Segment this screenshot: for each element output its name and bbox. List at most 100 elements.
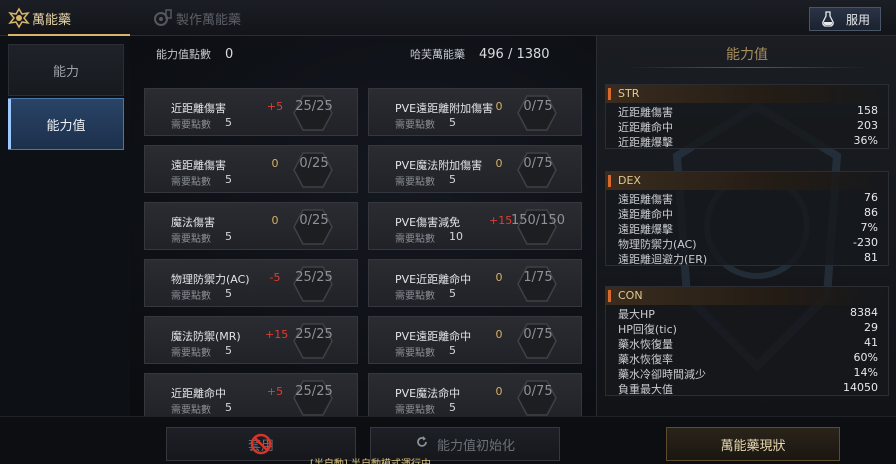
stat-card-progress: 1/75 (523, 270, 553, 285)
stat-row: 藥水冷卻時間減少 14% (606, 365, 888, 381)
stat-row: 遠距離迴避力(ER) 81 (606, 250, 888, 266)
stat-card[interactable]: PVE遠距離附加傷害 需要點數 5 0 0/75 (368, 88, 582, 136)
stat-row-value: 29 (864, 321, 878, 334)
stat-card-req-value: 5 (225, 401, 232, 414)
side-nav: 能力 能力值 (0, 36, 130, 428)
stat-row-value: 203 (857, 119, 878, 132)
use-button-label: 服用 (845, 12, 870, 27)
stat-row: 藥水恢復率 60% (606, 350, 888, 366)
stat-card[interactable]: PVE魔法命中 需要點數 5 0 0/75 (368, 373, 582, 416)
stat-card-progress: 0/25 (299, 156, 329, 171)
stat-card-req-value: 5 (449, 287, 456, 300)
stat-card-req-value: 5 (225, 116, 232, 129)
stat-card-req-value: 10 (449, 230, 463, 243)
stat-card-progress: 0/75 (523, 384, 553, 399)
stat-card-req-value: 5 (225, 344, 232, 357)
stat-row-value: 8384 (850, 306, 878, 319)
stat-section-header: DEX (606, 172, 888, 190)
stat-row: 藥水恢復量 41 (606, 335, 888, 351)
stats-summary-title: 能力值 (726, 47, 768, 63)
stat-card-req-value: 5 (449, 401, 456, 414)
stat-card-req-label: 需要點數 (395, 120, 435, 131)
apply-button-wrap: 套用 (248, 433, 274, 455)
stat-card-req-label: 需要點數 (171, 120, 211, 131)
stat-points: 能力值點數 0 (156, 46, 233, 62)
stat-card-req-label: 需要點數 (171, 291, 211, 302)
stat-row: 最大HP 8384 (606, 305, 888, 321)
stat-card-progress: 0/25 (299, 213, 329, 228)
stat-card-progress: 0/75 (523, 327, 553, 342)
sidebar-item-stats[interactable]: 能力值 (8, 98, 124, 150)
stat-card-req-value: 5 (225, 230, 232, 243)
use-button[interactable]: 服用 (809, 7, 881, 31)
stat-card-req-label: 需要點數 (395, 177, 435, 188)
stat-card-name: PVE魔法命中 (395, 387, 461, 400)
stat-card[interactable]: 物理防禦力(AC) 需要點數 5 -5 25/25 (144, 259, 358, 307)
stat-card-req-label: 需要點數 (395, 348, 435, 359)
stat-card-req-label: 需要點數 (395, 291, 435, 302)
stat-row: 遠距離命中 86 (606, 205, 888, 221)
stat-row-value: 7% (860, 221, 878, 234)
stat-card-req-value: 5 (225, 287, 232, 300)
stat-card[interactable]: 近距離傷害 需要點數 5 +5 25/25 (144, 88, 358, 136)
elixir-status-button[interactable]: 萬能藥現狀 (666, 427, 840, 461)
stat-card[interactable]: PVE傷害減免 需要點數 10 +15 150/150 (368, 202, 582, 250)
stat-row-value: 76 (864, 191, 878, 204)
stat-card-progress: 150/150 (510, 213, 565, 228)
potion-icon (820, 11, 836, 30)
stat-row-value: 41 (864, 336, 878, 349)
stat-card-req-label: 需要點數 (395, 234, 435, 245)
stat-card-name: PVE傷害減免 (395, 216, 461, 229)
gear-flask-icon (152, 7, 174, 29)
elixir-emblem-icon (8, 7, 30, 29)
elixir-count: 哈芙萬能藥 496 / 1380 (410, 46, 550, 62)
stat-row-label: 負重最大值 (618, 383, 673, 396)
stat-card-req-value: 5 (225, 173, 232, 186)
stat-card[interactable]: PVE近距離命中 需要點數 5 0 1/75 (368, 259, 582, 307)
stat-row: HP回復(tic) 29 (606, 320, 888, 336)
stat-card-name: 遠距離傷害 (171, 159, 226, 172)
disabled-icon (250, 433, 272, 455)
bottom-action-bar: 套用 能力值初始化 萬能藥現狀 (0, 416, 896, 464)
stat-card-progress: 0/75 (523, 156, 553, 171)
stat-section-dex: DEX 遠距離傷害 76 遠距離命中 86 遠距離爆擊 7% 物理防禦力(AC)… (605, 171, 889, 266)
stat-card-name: PVE近距離命中 (395, 273, 472, 286)
stat-row: 負重最大值 14050 (606, 380, 888, 396)
stat-section-con: CON 最大HP 8384 HP回復(tic) 29 藥水恢復量 41 藥水恢復… (605, 286, 889, 396)
stat-card-req-value: 5 (449, 344, 456, 357)
stat-card-req-label: 需要點數 (171, 177, 211, 188)
stat-card[interactable]: 遠距離傷害 需要點數 5 0 0/25 (144, 145, 358, 193)
stat-card-req-label: 需要點數 (395, 405, 435, 416)
tab-craft-elixir[interactable]: 製作萬能藥 (144, 0, 274, 36)
stat-card-progress: 25/25 (295, 327, 333, 342)
stat-row: 近距離命中 203 (606, 118, 888, 134)
stat-card[interactable]: PVE魔法附加傷害 需要點數 5 0 0/75 (368, 145, 582, 193)
stat-card[interactable]: 魔法傷害 需要點數 5 0 0/25 (144, 202, 358, 250)
sidebar-item-label: 能力 (52, 64, 79, 80)
tab-elixir-label: 萬能藥 (32, 12, 72, 28)
stat-card[interactable]: 近距離命中 需要點數 5 +5 25/25 (144, 373, 358, 416)
stat-points-label: 能力值點數 (156, 48, 211, 61)
elixir-count-value: 496 / 1380 (479, 47, 550, 62)
stat-section-header: STR (606, 85, 888, 103)
stat-row-label: 遠距離迴避力(ER) (618, 253, 708, 266)
sidebar-item-label: 能力值 (46, 118, 86, 134)
stat-card[interactable]: 魔法防禦(MR) 需要點數 5 +15 25/25 (144, 316, 358, 364)
stat-card-name: 魔法傷害 (171, 216, 215, 229)
stat-card-name: 近距離命中 (171, 387, 226, 400)
stat-card[interactable]: PVE遠距離命中 需要點數 5 0 0/75 (368, 316, 582, 364)
tab-elixir[interactable]: 萬能藥 (0, 0, 130, 36)
stat-row: 物理防禦力(AC) -230 (606, 235, 888, 251)
stat-card-name: 近距離傷害 (171, 102, 226, 115)
stat-row-value: -230 (853, 236, 878, 249)
stat-row: 遠距離傷害 76 (606, 190, 888, 206)
stat-card-req-value: 5 (449, 173, 456, 186)
stat-card-progress: 25/25 (295, 384, 333, 399)
sidebar-item-ability[interactable]: 能力 (8, 44, 124, 96)
tab-craft-label: 製作萬能藥 (176, 12, 242, 28)
stat-section-str: STR 近距離傷害 158 近距離命中 203 近距離爆擊 36% (605, 84, 889, 149)
stat-row: 近距離傷害 158 (606, 103, 888, 119)
stat-card-name: PVE魔法附加傷害 (395, 159, 483, 172)
top-tab-bar: 萬能藥 製作萬能藥 服用 (0, 0, 896, 36)
stat-card-req-label: 需要點數 (171, 405, 211, 416)
